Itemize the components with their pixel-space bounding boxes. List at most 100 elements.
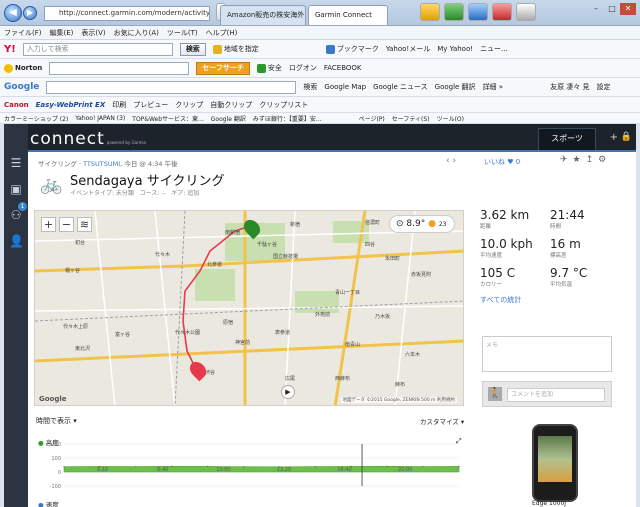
memo-input[interactable]: メモ bbox=[482, 336, 612, 372]
google-item[interactable]: Google ニュース bbox=[373, 82, 428, 92]
canon-logo[interactable]: Canon bbox=[4, 101, 29, 109]
stat-elev-label: 標高差 bbox=[550, 253, 567, 259]
customize-dropdown[interactable]: カスタマイズ ▾ bbox=[420, 416, 464, 426]
canon-item[interactable]: クリップ bbox=[175, 100, 203, 110]
yahoo-search-input[interactable]: 入力して検索 bbox=[22, 42, 173, 56]
google-settings[interactable]: 設定 bbox=[597, 82, 611, 92]
safe-search-button[interactable]: セーフサーチ bbox=[196, 61, 250, 75]
google-logo[interactable]: Google bbox=[4, 82, 39, 92]
inbox-icon[interactable]: ▣ bbox=[9, 182, 23, 196]
activity-type[interactable]: サイクリング bbox=[38, 160, 77, 168]
maximize-icon[interactable]: □ bbox=[604, 3, 620, 15]
device-name: Edge 1000J bbox=[532, 500, 567, 507]
comment-input[interactable]: コメントを追加 bbox=[507, 388, 605, 402]
event-type[interactable]: イベントタイプ: 未分類 bbox=[70, 190, 134, 197]
y-tick-label: 200 bbox=[51, 442, 61, 448]
canon-toolbar: Canon Easy-WebPrint EX 印刷 プレビュー クリップ 自動ク… bbox=[0, 97, 640, 113]
map-place-label: 表参道 bbox=[275, 330, 291, 336]
fav-item[interactable]: Yahoo! JAPAN (3) bbox=[75, 115, 125, 122]
elevation-chart[interactable]: 200 100 0 -100 3:20 6:40 10:00 13:20 16:40 20:00 bbox=[34, 440, 464, 496]
minimize-icon[interactable]: – bbox=[588, 3, 604, 15]
activity-title[interactable]: Sendagaya サイクリング bbox=[70, 170, 224, 189]
map-attribution: 地図データ ©2015 Google, ZENRIN 500 m 利用規約 bbox=[340, 397, 457, 403]
back-button[interactable]: ◀ bbox=[4, 4, 22, 22]
menu-tools[interactable]: ツール(T) bbox=[167, 26, 198, 40]
yahoo-item[interactable]: My Yahoo! bbox=[437, 45, 473, 53]
gear[interactable]: ギア: 追加 bbox=[171, 190, 199, 197]
fav-item[interactable]: カラーミーショップ (2) bbox=[4, 114, 68, 123]
sports-tab[interactable]: スポーツ bbox=[538, 128, 596, 150]
menu-view[interactable]: 表示(V) bbox=[81, 26, 105, 40]
stat-distance-label: 距離 bbox=[480, 224, 492, 230]
pager-icon[interactable]: ‹ › bbox=[446, 156, 456, 166]
yahoo-logo[interactable]: Y! bbox=[4, 44, 16, 55]
google-item[interactable]: 検索 bbox=[303, 82, 317, 92]
menu-icon[interactable]: ☰ bbox=[9, 156, 23, 170]
forward-button[interactable]: ▶ bbox=[23, 6, 37, 20]
app-sidebar: ☰ ▣ ⚇ 1 👤 bbox=[4, 124, 28, 507]
fav-tools[interactable]: ツール(O) bbox=[437, 114, 464, 123]
map-place-label: 富ヶ谷 bbox=[115, 332, 131, 338]
close-icon[interactable]: ✕ bbox=[620, 3, 636, 15]
avatar-icon: 🚶 bbox=[488, 387, 502, 401]
taskbar-icon[interactable] bbox=[420, 3, 440, 21]
google-item[interactable]: 詳細 » bbox=[483, 82, 504, 92]
route-map[interactable]: + − ≋ ⊙ 8.9° ● 23 ▶ Google 地図データ ©2015 G… bbox=[34, 210, 464, 406]
zoom-in-button[interactable]: + bbox=[41, 217, 56, 232]
menu-file[interactable]: ファイル(F) bbox=[4, 26, 42, 40]
fav-page[interactable]: ページ(P) bbox=[359, 114, 385, 123]
norton-item[interactable]: ログオン bbox=[289, 63, 317, 73]
norton-search-input[interactable] bbox=[49, 61, 190, 75]
profile-icon[interactable]: 👤 bbox=[9, 234, 24, 248]
activity-meta: サイクリング · TTSUTSUMI, 今日 @ 4:34 午後 bbox=[38, 160, 178, 168]
map-place-label: 代々木公園 bbox=[175, 330, 201, 336]
yahoo-item[interactable]: ニュー... bbox=[480, 44, 508, 54]
x-tick-label: 10:00 bbox=[216, 467, 230, 473]
canon-item[interactable]: プレビュー bbox=[133, 100, 168, 110]
action-icons[interactable]: ✈★↥⚙ bbox=[560, 155, 611, 165]
google-item[interactable]: Google Map bbox=[324, 83, 366, 91]
yahoo-item[interactable]: Yahoo!メール bbox=[386, 44, 430, 54]
canon-product[interactable]: Easy-WebPrint EX bbox=[36, 101, 106, 109]
taskbar-icon[interactable] bbox=[492, 3, 512, 21]
course[interactable]: コース: -- bbox=[140, 190, 166, 197]
yahoo-item[interactable]: ブックマーク bbox=[325, 44, 379, 54]
taskbar-icon[interactable] bbox=[516, 3, 536, 21]
connect-logo[interactable]: connect powered by Garmin bbox=[30, 129, 146, 149]
play-icon[interactable]: ▶ bbox=[281, 385, 295, 399]
activity-user[interactable]: TTSUTSUMI bbox=[83, 160, 120, 168]
layers-icon[interactable]: ≋ bbox=[77, 217, 92, 232]
fav-item[interactable]: Google 翻訳 bbox=[211, 114, 246, 123]
google-item[interactable]: Google 翻訳 bbox=[435, 82, 476, 92]
terms-link[interactable]: 利用規約 bbox=[437, 398, 455, 403]
tab-garmin[interactable]: Garmin Connect bbox=[308, 5, 388, 25]
like-button[interactable]: いいね ♥ 0 bbox=[484, 157, 520, 167]
menu-edit[interactable]: 編集(E) bbox=[50, 26, 74, 40]
all-stats-link[interactable]: すべての統計 bbox=[480, 295, 630, 305]
zoom-out-button[interactable]: − bbox=[59, 217, 74, 232]
canon-item[interactable]: クリップリスト bbox=[259, 100, 308, 110]
fav-item[interactable]: みずほ銀行：【重要】安... bbox=[253, 114, 322, 123]
google-search-input[interactable] bbox=[46, 80, 297, 94]
menu-favorites[interactable]: お気に入り(A) bbox=[114, 26, 159, 40]
menu-help[interactable]: ヘルプ(H) bbox=[206, 26, 238, 40]
fav-item[interactable]: TOP&Webサービス：東... bbox=[132, 114, 204, 123]
taskbar-icon[interactable] bbox=[444, 3, 464, 21]
add-icon[interactable]: + bbox=[610, 132, 618, 143]
canon-item[interactable]: 印刷 bbox=[112, 100, 126, 110]
norton-item[interactable]: FACEBOOK bbox=[324, 64, 362, 72]
fav-safety[interactable]: セーフティ(S) bbox=[392, 114, 430, 123]
yahoo-search-button[interactable]: 検索 bbox=[179, 42, 206, 56]
address-bar[interactable]: http://connect.garmin.com/modern/activit… bbox=[44, 6, 210, 21]
map-place-label: 赤坂見附 bbox=[411, 272, 432, 278]
x-tick-label: 16:40 bbox=[337, 467, 351, 473]
yahoo-item[interactable]: 地域を指定 bbox=[212, 44, 259, 54]
lock-icon[interactable]: 🔒 bbox=[621, 132, 632, 142]
google-map-logo: Google bbox=[39, 395, 67, 403]
taskbar-icon[interactable] bbox=[468, 3, 488, 21]
norton-logo[interactable]: Norton bbox=[4, 63, 42, 73]
canon-item[interactable]: 自動クリップ bbox=[210, 100, 252, 110]
tab-amazon[interactable]: Amazon販売の株安海外マッ... bbox=[220, 5, 306, 25]
google-user[interactable]: 友原 凄々 見 bbox=[550, 82, 589, 92]
time-display-dropdown[interactable]: 時間で表示 ▾ bbox=[36, 416, 77, 426]
